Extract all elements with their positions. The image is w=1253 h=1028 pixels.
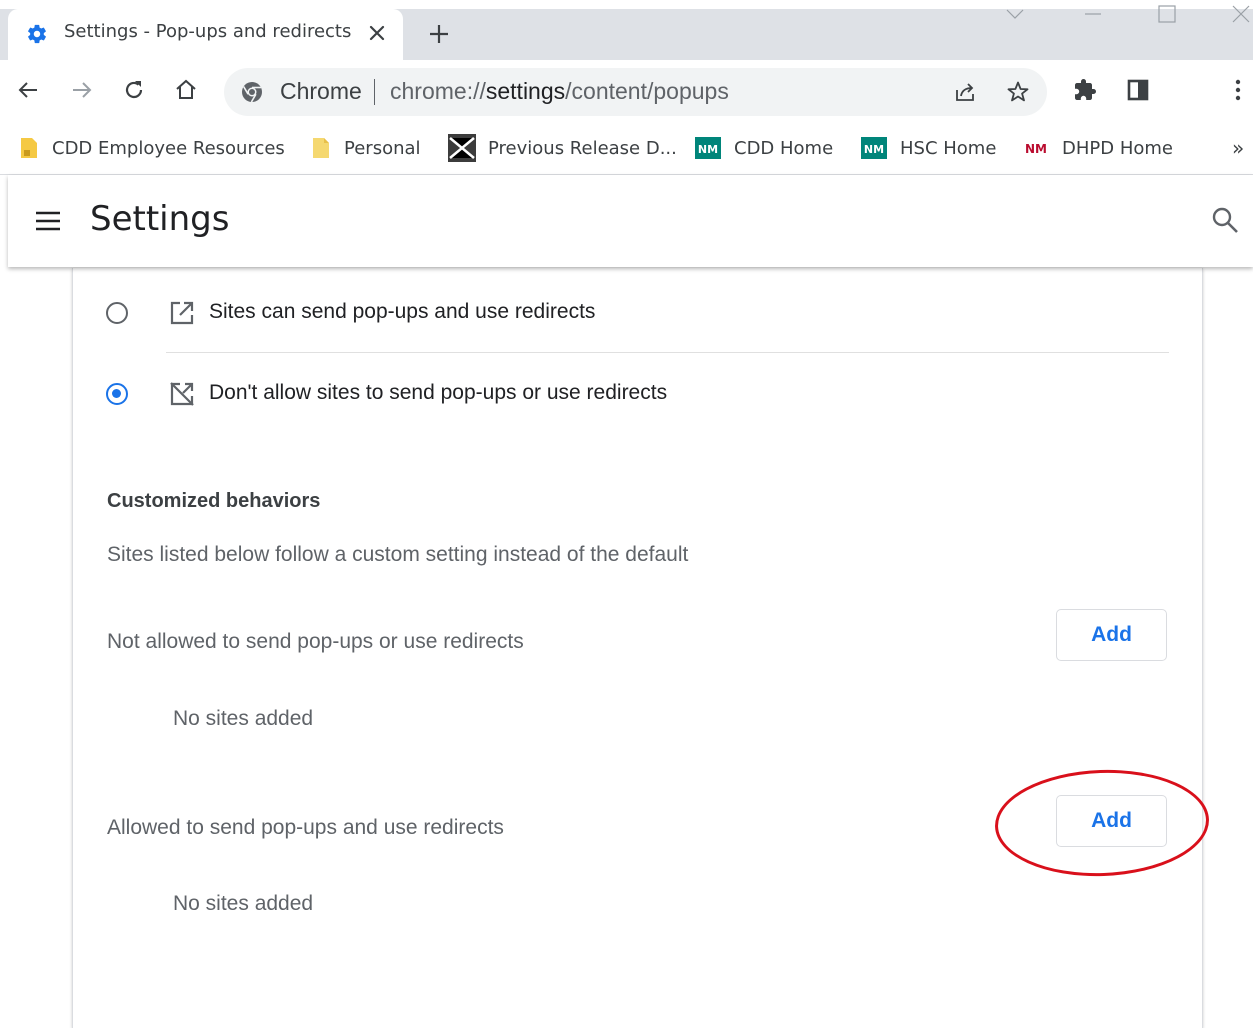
window-close-button[interactable] [1228, 0, 1253, 28]
more-menu-button[interactable] [1226, 72, 1250, 108]
bookmark-label: CDD Employee Resources [52, 137, 285, 159]
bookmark-site-icon [448, 134, 476, 162]
radio-block[interactable] [106, 383, 128, 405]
search-icon[interactable] [1210, 205, 1240, 235]
share-button[interactable] [952, 79, 978, 105]
open-in-new-icon [170, 301, 194, 325]
chrome-icon [242, 82, 262, 103]
bookmark-item[interactable]: NM HSC Home [860, 132, 996, 164]
url-scheme: chrome:// [390, 78, 486, 104]
bookmark-label: DHPD Home [1062, 137, 1173, 159]
url-text[interactable]: chrome://settings/content/popups [390, 78, 729, 105]
allowed-list-label: Allowed to send pop-ups and use redirect… [107, 816, 504, 839]
maximize-icon [1158, 5, 1176, 23]
folder-icon [310, 137, 332, 159]
back-button[interactable] [10, 72, 46, 108]
extensions-button[interactable] [1067, 72, 1103, 108]
reload-icon [125, 81, 143, 99]
side-panel-icon [1127, 79, 1149, 101]
svg-text:NM: NM [864, 143, 884, 156]
tab-title: Settings - Pop-ups and redirects [64, 21, 352, 42]
minimize-button[interactable] [1078, 0, 1108, 28]
bookmark-item[interactable]: NM CDD Home [694, 132, 833, 164]
tab-close-button[interactable] [363, 19, 391, 47]
puzzle-icon [1075, 79, 1096, 100]
url-host: settings [485, 78, 566, 104]
option-allow-popups[interactable]: Sites can send pop-ups and use redirects [73, 278, 1202, 348]
divider [166, 352, 1169, 353]
popups-settings-card: Sites can send pop-ups and use redirects… [72, 268, 1203, 1028]
forward-button[interactable] [64, 72, 100, 108]
section-description: Sites listed below follow a custom setti… [107, 543, 689, 566]
arrow-left-icon [18, 82, 37, 98]
address-bar[interactable]: Chrome chrome://settings/content/popups [224, 68, 1047, 116]
url-path: /content/popups [565, 78, 729, 104]
maximize-button[interactable] [1152, 0, 1182, 28]
home-button[interactable] [168, 72, 204, 108]
bookmark-label: Previous Release D... [488, 137, 677, 159]
share-icon [956, 83, 974, 101]
blocked-empty-text: No sites added [173, 707, 314, 730]
plus-icon [430, 25, 448, 43]
svg-text:NM: NM [698, 143, 718, 156]
tab-strip: Settings - Pop-ups and redirects [0, 0, 1253, 60]
chevron-down-icon [1006, 9, 1024, 19]
minimize-icon [1085, 13, 1101, 15]
side-panel-button[interactable] [1120, 72, 1156, 108]
bookmark-label: CDD Home [734, 137, 834, 159]
page-title: Settings [90, 199, 230, 239]
close-icon [369, 25, 385, 41]
close-icon [1232, 5, 1249, 23]
svg-text:NM: NM [1025, 142, 1047, 156]
tab-settings[interactable]: Settings - Pop-ups and redirects [8, 9, 403, 60]
unm-logo-icon: NM [694, 137, 722, 159]
folder-icon [18, 137, 40, 159]
popup-blocked-icon [170, 382, 194, 406]
title-bar-edge [0, 0, 1253, 9]
browser-toolbar: Chrome chrome://settings/content/popups [0, 60, 1253, 124]
allowed-empty-text: No sites added [173, 892, 314, 915]
bookmark-item[interactable]: Previous Release D... [448, 132, 677, 164]
menu-icon[interactable] [34, 207, 62, 235]
site-chip: Chrome [280, 78, 362, 104]
add-blocked-site-button[interactable]: Add [1056, 609, 1167, 661]
star-icon [1007, 81, 1029, 102]
bookmark-label: Personal [344, 137, 421, 159]
gear-icon [28, 24, 46, 44]
arrow-right-icon [73, 82, 92, 98]
option-label: Don't allow sites to send pop-ups or use… [209, 381, 668, 404]
home-icon [176, 79, 196, 99]
bookmarks-overflow-button[interactable]: » [1232, 132, 1244, 164]
omnibox-separator [374, 79, 375, 105]
blocked-list-label: Not allowed to send pop-ups or use redir… [107, 630, 524, 653]
settings-header: Settings [8, 175, 1253, 267]
bookmark-star-button[interactable] [1005, 79, 1031, 105]
unm-logo-icon: NM [860, 137, 888, 159]
radio-allow[interactable] [106, 302, 128, 324]
new-tab-button[interactable] [424, 19, 454, 49]
section-title: Customized behaviors [107, 490, 321, 512]
tab-search-button[interactable] [1000, 0, 1030, 28]
bookmark-label: HSC Home [900, 137, 997, 159]
bookmarks-bar: CDD Employee Resources Personal Previous… [0, 124, 1253, 175]
more-vert-icon [1235, 79, 1241, 101]
bookmark-item[interactable]: NM DHPD Home [1022, 132, 1173, 164]
unm-logo-icon: NM [1022, 137, 1050, 159]
reload-button[interactable] [116, 72, 152, 108]
bookmark-item[interactable]: Personal [310, 132, 421, 164]
bookmark-item[interactable]: CDD Employee Resources [18, 132, 285, 164]
option-block-popups[interactable]: Don't allow sites to send pop-ups or use… [73, 358, 1202, 428]
option-label: Sites can send pop-ups and use redirects [209, 300, 596, 323]
